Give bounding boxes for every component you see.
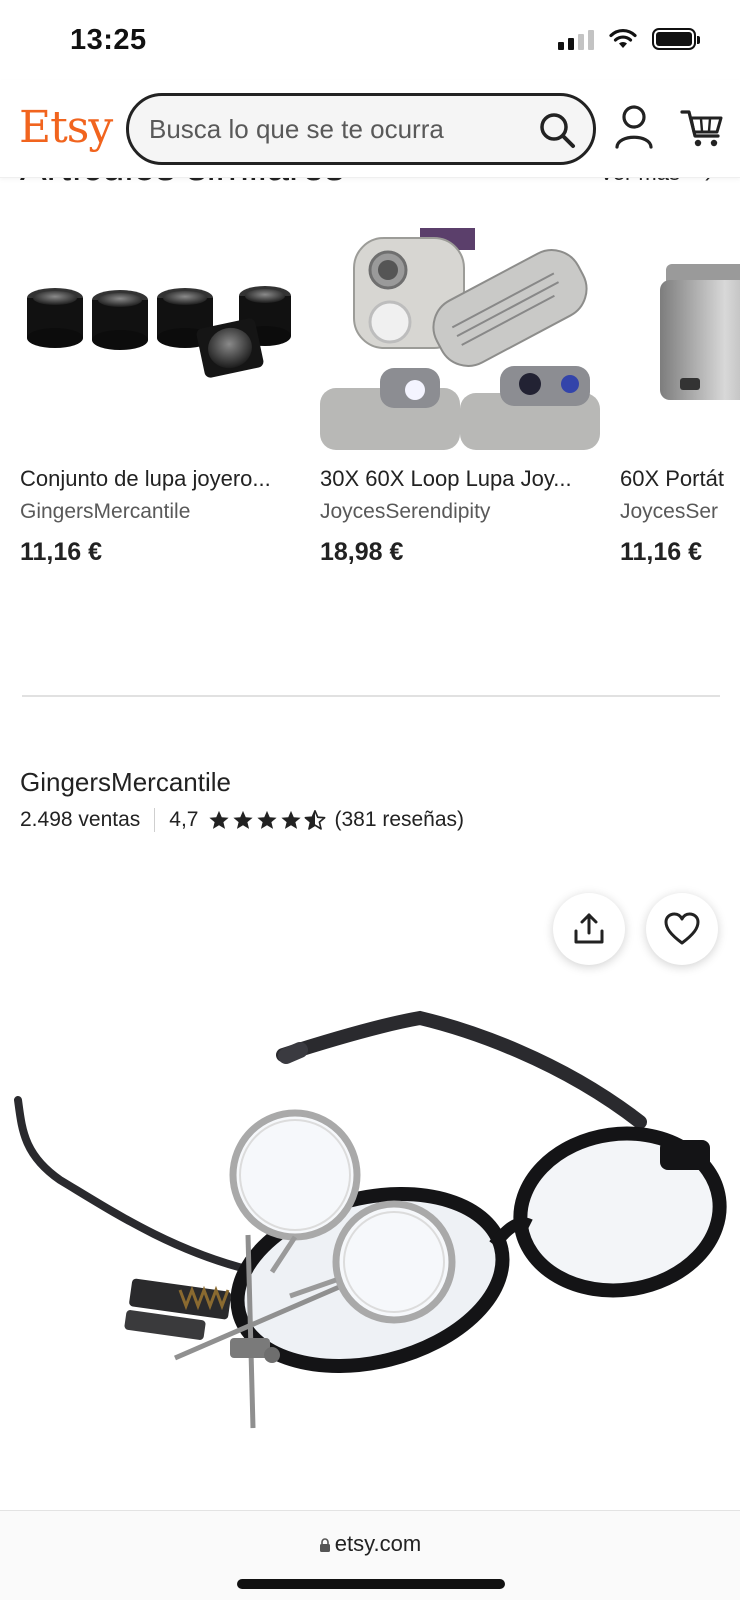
- listing-shop: JoycesSer: [620, 500, 719, 523]
- status-icons: [558, 28, 700, 50]
- listing-image-eye-loupe-set[interactable]: [20, 228, 300, 450]
- favorite-button[interactable]: [646, 893, 718, 965]
- share-icon: [574, 913, 604, 944]
- listing-card[interactable]: 60X Portát JoycesSer 11,16 €: [620, 228, 740, 567]
- app-header: Etsy: [0, 80, 740, 178]
- section-divider: [22, 695, 720, 697]
- listing-title[interactable]: 30X 60X Loop Lupa Joy...: [320, 466, 600, 492]
- star-full-icon: [281, 810, 302, 829]
- listing-shop: GingersMercantile: [20, 500, 191, 523]
- star-full-icon: [257, 810, 278, 829]
- listing-price: 18,98 €: [320, 538, 404, 566]
- cart-icon[interactable]: [680, 106, 724, 150]
- rating-stars: [208, 809, 326, 831]
- url-text: etsy.com: [334, 1531, 422, 1556]
- listing-price: 11,16 €: [620, 538, 703, 566]
- lock-icon: [319, 1538, 330, 1552]
- battery-icon: [652, 28, 700, 50]
- shop-reviews-count[interactable]: (381 reseñas): [334, 808, 464, 832]
- search-bar[interactable]: [126, 93, 596, 165]
- url-bar[interactable]: etsy.com: [0, 1531, 740, 1557]
- heart-icon: [664, 912, 700, 945]
- star-half-icon: [305, 810, 326, 830]
- search-icon[interactable]: [537, 110, 577, 150]
- similar-items-carousel[interactable]: Conjunto de lupa joyero... GingersMercan…: [20, 228, 740, 568]
- wifi-icon: [609, 28, 637, 48]
- user-account-icon[interactable]: [614, 104, 654, 150]
- listing-title[interactable]: Conjunto de lupa joyero...: [20, 466, 300, 492]
- status-time: 13:25: [70, 24, 147, 56]
- listing-shop: JoycesSerendipity: [320, 500, 491, 523]
- listing-image-pocket-microscope[interactable]: [620, 228, 740, 450]
- star-full-icon: [209, 810, 230, 829]
- star-full-icon: [233, 810, 254, 829]
- status-bar: 13:25: [0, 0, 740, 80]
- shop-rating: 4,7: [169, 808, 199, 831]
- stats-separator: [154, 808, 156, 832]
- listing-image-folding-loupe[interactable]: [320, 228, 600, 450]
- listing-title[interactable]: 60X Portát: [620, 466, 740, 492]
- listing-card[interactable]: 30X 60X Loop Lupa Joy... JoycesSerendipi…: [320, 228, 600, 567]
- shop-sales: 2.498 ventas: [20, 808, 141, 831]
- search-input[interactable]: [149, 108, 509, 150]
- browser-bottom-bar: etsy.com: [0, 1510, 740, 1600]
- shop-name-link[interactable]: GingersMercantile: [20, 767, 231, 798]
- listing-main-image[interactable]: [0, 860, 740, 1510]
- share-button[interactable]: [553, 893, 625, 965]
- shop-stats: 2.498 ventas 4,7 (381 reseñas): [20, 808, 464, 832]
- etsy-logo[interactable]: Etsy: [19, 102, 113, 153]
- listing-card[interactable]: Conjunto de lupa joyero... GingersMercan…: [20, 228, 300, 567]
- home-indicator[interactable]: [237, 1579, 505, 1589]
- cellular-signal-icon: [558, 28, 594, 50]
- listing-price: 11,16 €: [20, 538, 103, 566]
